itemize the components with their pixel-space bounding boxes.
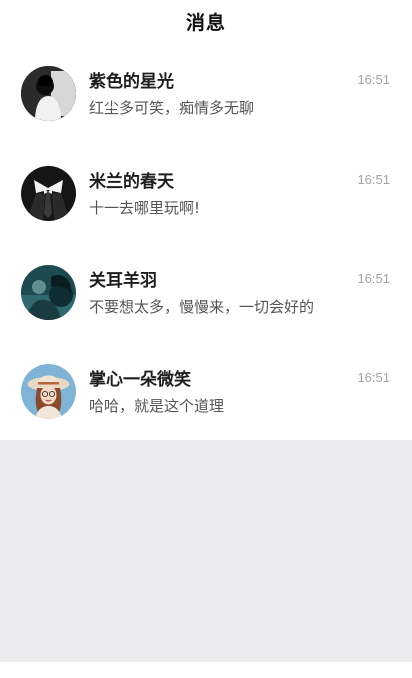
person-portrait-avatar[interactable] (21, 66, 76, 121)
message-list: 紫色的星光 红尘多可笑，痴情多无聊 16:51 米兰的春天 十一去哪里玩啊! 1… (0, 42, 412, 440)
message-item-3[interactable]: 掌心一朵微笑 哈哈，就是这个道理 16:51 (0, 340, 412, 436)
page-title: 消息 (185, 11, 226, 34)
message-preview: 哈哈，就是这个道理 (89, 397, 225, 415)
suit-collar-icon (21, 166, 76, 221)
message-item-2[interactable]: 关耳羊羽 不要想太多，慢慢来，一切会好的 16:51 (0, 241, 412, 337)
message-time: 16:51 (357, 370, 390, 385)
person-portrait-icon (21, 66, 76, 121)
top-bar: 消息 (0, 0, 412, 42)
message-time: 16:51 (357, 271, 390, 286)
contact-name: 掌心一朵微笑 (89, 370, 191, 390)
bottom-bar (0, 662, 412, 678)
girl-with-hat-icon (21, 364, 76, 419)
contact-name: 紫色的星光 (89, 72, 174, 92)
message-time: 16:51 (357, 72, 390, 87)
girl-with-hat-avatar[interactable] (21, 364, 76, 419)
suit-collar-avatar[interactable] (21, 166, 76, 221)
message-preview: 红尘多可笑，痴情多无聊 (89, 99, 255, 117)
teal-portrait-avatar[interactable] (21, 265, 76, 320)
message-preview: 不要想太多，慢慢来，一切会好的 (89, 298, 315, 316)
teal-portrait-icon (21, 265, 76, 320)
message-preview: 十一去哪里玩啊! (89, 199, 201, 217)
contact-name: 米兰的春天 (89, 172, 174, 192)
message-item-1[interactable]: 米兰的春天 十一去哪里玩啊! 16:51 (0, 142, 412, 238)
message-item-0[interactable]: 紫色的星光 红尘多可笑，痴情多无聊 16:51 (0, 42, 412, 138)
message-time: 16:51 (357, 172, 390, 187)
empty-area (0, 440, 412, 662)
contact-name: 关耳羊羽 (89, 271, 157, 291)
